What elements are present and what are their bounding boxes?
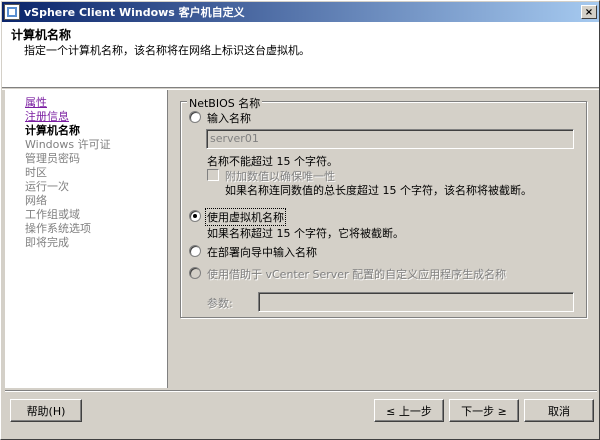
wizard-window: vSphere Client Windows 客户机自定义 × 计算机名称 指定… (0, 0, 600, 440)
close-icon: × (584, 6, 594, 18)
params-label: 参数: (207, 297, 233, 310)
step-windows-license: Windows 许可证 (25, 138, 111, 151)
wizard-enter-name-label[interactable]: 在部署向导中输入名称 (207, 244, 317, 260)
enter-name-label[interactable]: 输入名称 (207, 110, 251, 126)
params-input[interactable] (258, 292, 574, 312)
step-registration-info[interactable]: 注册信息 (25, 110, 69, 124)
step-network: 网络 (25, 194, 47, 207)
use-vm-name-radio[interactable] (189, 210, 201, 222)
footer-divider (5, 390, 597, 392)
vsphere-app-icon (4, 4, 20, 20)
step-admin-password: 管理员密码 (25, 152, 80, 165)
vcenter-app-radio[interactable] (189, 267, 201, 279)
step-workgroup-domain: 工作组或域 (25, 208, 80, 221)
use-vm-name-label[interactable]: 使用虚拟机名称 (205, 208, 286, 226)
wizard-header: 计算机名称 指定一个计算机名称，该名称将在网络上标识这台虚拟机。 (2, 22, 599, 88)
title-bar[interactable]: vSphere Client Windows 客户机自定义 × (2, 2, 599, 22)
vcenter-app-label: 使用借助于 vCenter Server 配置的自定义应用程序生成名称 (207, 268, 507, 281)
step-os-options: 操作系统选项 (25, 222, 91, 235)
step-ready-to-complete: 即将完成 (25, 236, 69, 249)
help-button[interactable]: 帮助(H) (10, 399, 82, 422)
cancel-button[interactable]: 取消 (524, 399, 594, 422)
wizard-enter-name-radio[interactable] (189, 245, 201, 257)
next-button[interactable]: 下一步 ≥ (449, 399, 519, 422)
name-length-hint: 名称不能超过 15 个字符。 (207, 155, 338, 168)
page-title: 计算机名称 (11, 28, 72, 42)
enter-name-radio[interactable] (189, 111, 201, 123)
append-numeric-hint: 如果名称连同数值的总长度超过 15 个字符，该名称将被截断。 (225, 184, 532, 197)
append-numeric-checkbox[interactable] (207, 169, 219, 181)
step-computer-name: 计算机名称 (25, 124, 80, 137)
wizard-step-list: 属性 注册信息 计算机名称 Windows 许可证 管理员密码 时区 运行一次 … (5, 90, 168, 388)
step-properties[interactable]: 属性 (25, 96, 47, 110)
step-time-zone: 时区 (25, 166, 47, 179)
vm-name-hint: 如果名称超过 15 个字符，它将被截断。 (207, 227, 404, 240)
back-button[interactable]: ≤ 上一步 (374, 399, 444, 422)
page-description: 指定一个计算机名称，该名称将在网络上标识这台虚拟机。 (24, 44, 310, 57)
step-run-once: 运行一次 (25, 180, 69, 193)
window-title: vSphere Client Windows 客户机自定义 (24, 6, 245, 19)
netbios-group-legend: NetBIOS 名称 (187, 95, 263, 111)
close-button[interactable]: × (581, 5, 597, 19)
computer-name-input[interactable]: server01 (206, 129, 574, 149)
